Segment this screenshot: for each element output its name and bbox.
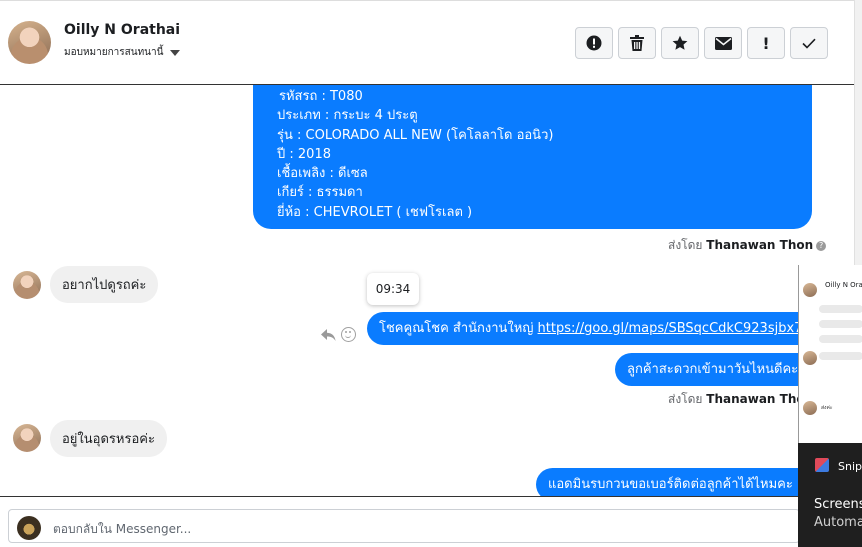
checkmark-icon bbox=[802, 38, 816, 49]
sent-by-label: ส่งโดย Thanawan Thon bbox=[668, 390, 813, 409]
conversation-toolbar: ! bbox=[575, 27, 828, 59]
outgoing-message[interactable]: ลูกค้าสะดวกเข้ามาวันไหนดีคะ bbox=[615, 353, 812, 386]
page-avatar bbox=[17, 516, 41, 540]
sent-by-label: ส่งโดย Thanawan Thon? bbox=[668, 236, 827, 255]
reply-composer: ตอบกลับใน Messenger... bbox=[0, 496, 854, 547]
car-detail-line: รหัสรถ : T080 bbox=[279, 89, 363, 104]
assign-conversation-label: มอบหมายการสนทนานี้ bbox=[64, 47, 164, 58]
mark-done-button[interactable] bbox=[790, 27, 828, 59]
screenshot-thumbnail[interactable]: Oilly N Orathai ส่งค่ะ bbox=[798, 265, 862, 443]
assign-conversation[interactable]: มอบหมายการสนทนานี้ bbox=[64, 45, 181, 60]
contact-name[interactable]: Oilly N Orathai bbox=[64, 22, 180, 38]
star-icon bbox=[672, 35, 688, 50]
notification-app-name: Snip bbox=[838, 460, 862, 473]
outgoing-message-location[interactable]: โชคคูณโชค สำนักงานใหญ่ https://goo.gl/ma… bbox=[367, 312, 812, 345]
sent-by-prefix: ส่งโดย bbox=[668, 238, 703, 252]
car-detail-line: รุ่น : COLORADO ALL NEW (โคโลลาโด ออนิว) bbox=[277, 127, 554, 143]
reply-placeholder: ตอบกลับใน Messenger... bbox=[53, 522, 192, 536]
delete-button[interactable] bbox=[618, 27, 656, 59]
emoji-react-icon[interactable] bbox=[341, 327, 356, 342]
incoming-message[interactable]: อยากไปดูรถค่ะ bbox=[50, 266, 159, 303]
thumbnail-bubble bbox=[819, 352, 862, 360]
car-detail-line: ประเภท : กระบะ 4 ประตู bbox=[277, 108, 418, 124]
car-detail-line: ปี : 2018 bbox=[277, 146, 331, 162]
contact-avatar-small bbox=[13, 271, 41, 299]
trash-icon bbox=[630, 35, 644, 51]
snip-notification[interactable]: Oilly N Orathai ส่งค่ะ Snip Screens Auto… bbox=[798, 265, 862, 547]
alert-circle-icon bbox=[586, 35, 602, 51]
envelope-icon bbox=[714, 36, 732, 50]
car-detail-line: ยี่ห้อ : CHEVROLET ( เชฟโรเลต ) bbox=[277, 204, 473, 220]
thumbnail-bubble bbox=[819, 335, 862, 343]
reply-icon[interactable] bbox=[320, 328, 336, 342]
contact-avatar[interactable] bbox=[8, 21, 51, 64]
star-button[interactable] bbox=[661, 27, 699, 59]
caret-down-icon bbox=[170, 49, 181, 56]
incoming-message[interactable]: อยู่ในอุดรหรอค่ะ bbox=[50, 420, 167, 457]
important-button[interactable]: ! bbox=[747, 27, 785, 59]
mark-unread-button[interactable] bbox=[704, 27, 742, 59]
thumbnail-avatar bbox=[803, 401, 817, 415]
car-details-message[interactable]: รหัสรถ : T080 ประเภท : กระบะ 4 ประตู รุ่… bbox=[253, 85, 812, 229]
notification-title: Screens bbox=[814, 497, 862, 512]
contact-avatar-small bbox=[13, 424, 41, 452]
mark-spam-button[interactable] bbox=[575, 27, 613, 59]
message-text: โชคคูณโชค สำนักงานใหญ่ bbox=[379, 321, 538, 336]
car-detail-line: เกียร์ : ธรรมดา bbox=[277, 185, 363, 201]
thumbnail-bubble bbox=[819, 305, 862, 313]
snip-app-icon bbox=[815, 458, 829, 472]
sent-by-prefix: ส่งโดย bbox=[668, 392, 703, 406]
thumbnail-contact-name: Oilly N Orathai bbox=[825, 281, 862, 289]
message-time-tooltip: 09:34 bbox=[367, 273, 419, 305]
thumbnail-avatar bbox=[803, 351, 817, 365]
thumbnail-reply: ส่งค่ะ bbox=[821, 405, 833, 411]
thumbnail-avatar bbox=[803, 283, 817, 297]
notification-body: Automa bbox=[814, 515, 862, 530]
outgoing-message[interactable]: แอดมินรบกวนขอเบอร์ติดต่อลูกค้าได้ไหมคะ bbox=[536, 468, 812, 496]
messenger-window: Oilly N Orathai มอบหมายการสนทนานี้ ! รหั… bbox=[0, 0, 862, 547]
thumbnail-bubble bbox=[819, 320, 862, 328]
important-label: ! bbox=[762, 33, 770, 53]
info-icon[interactable]: ? bbox=[816, 240, 827, 251]
sent-by-name: Thanawan Thon bbox=[706, 238, 814, 252]
reply-input[interactable]: ตอบกลับใน Messenger... bbox=[8, 509, 800, 543]
map-link[interactable]: https://goo.gl/maps/SBSqcCdkC923sjbx7 bbox=[538, 321, 803, 336]
car-detail-line: เชื้อเพลิง : ดีเซล bbox=[277, 166, 368, 182]
conversation-thread[interactable]: รหัสรถ : T080 ประเภท : กระบะ 4 ประตู รุ่… bbox=[0, 84, 854, 496]
conversation-header: Oilly N Orathai มอบหมายการสนทนานี้ ! bbox=[0, 0, 862, 84]
